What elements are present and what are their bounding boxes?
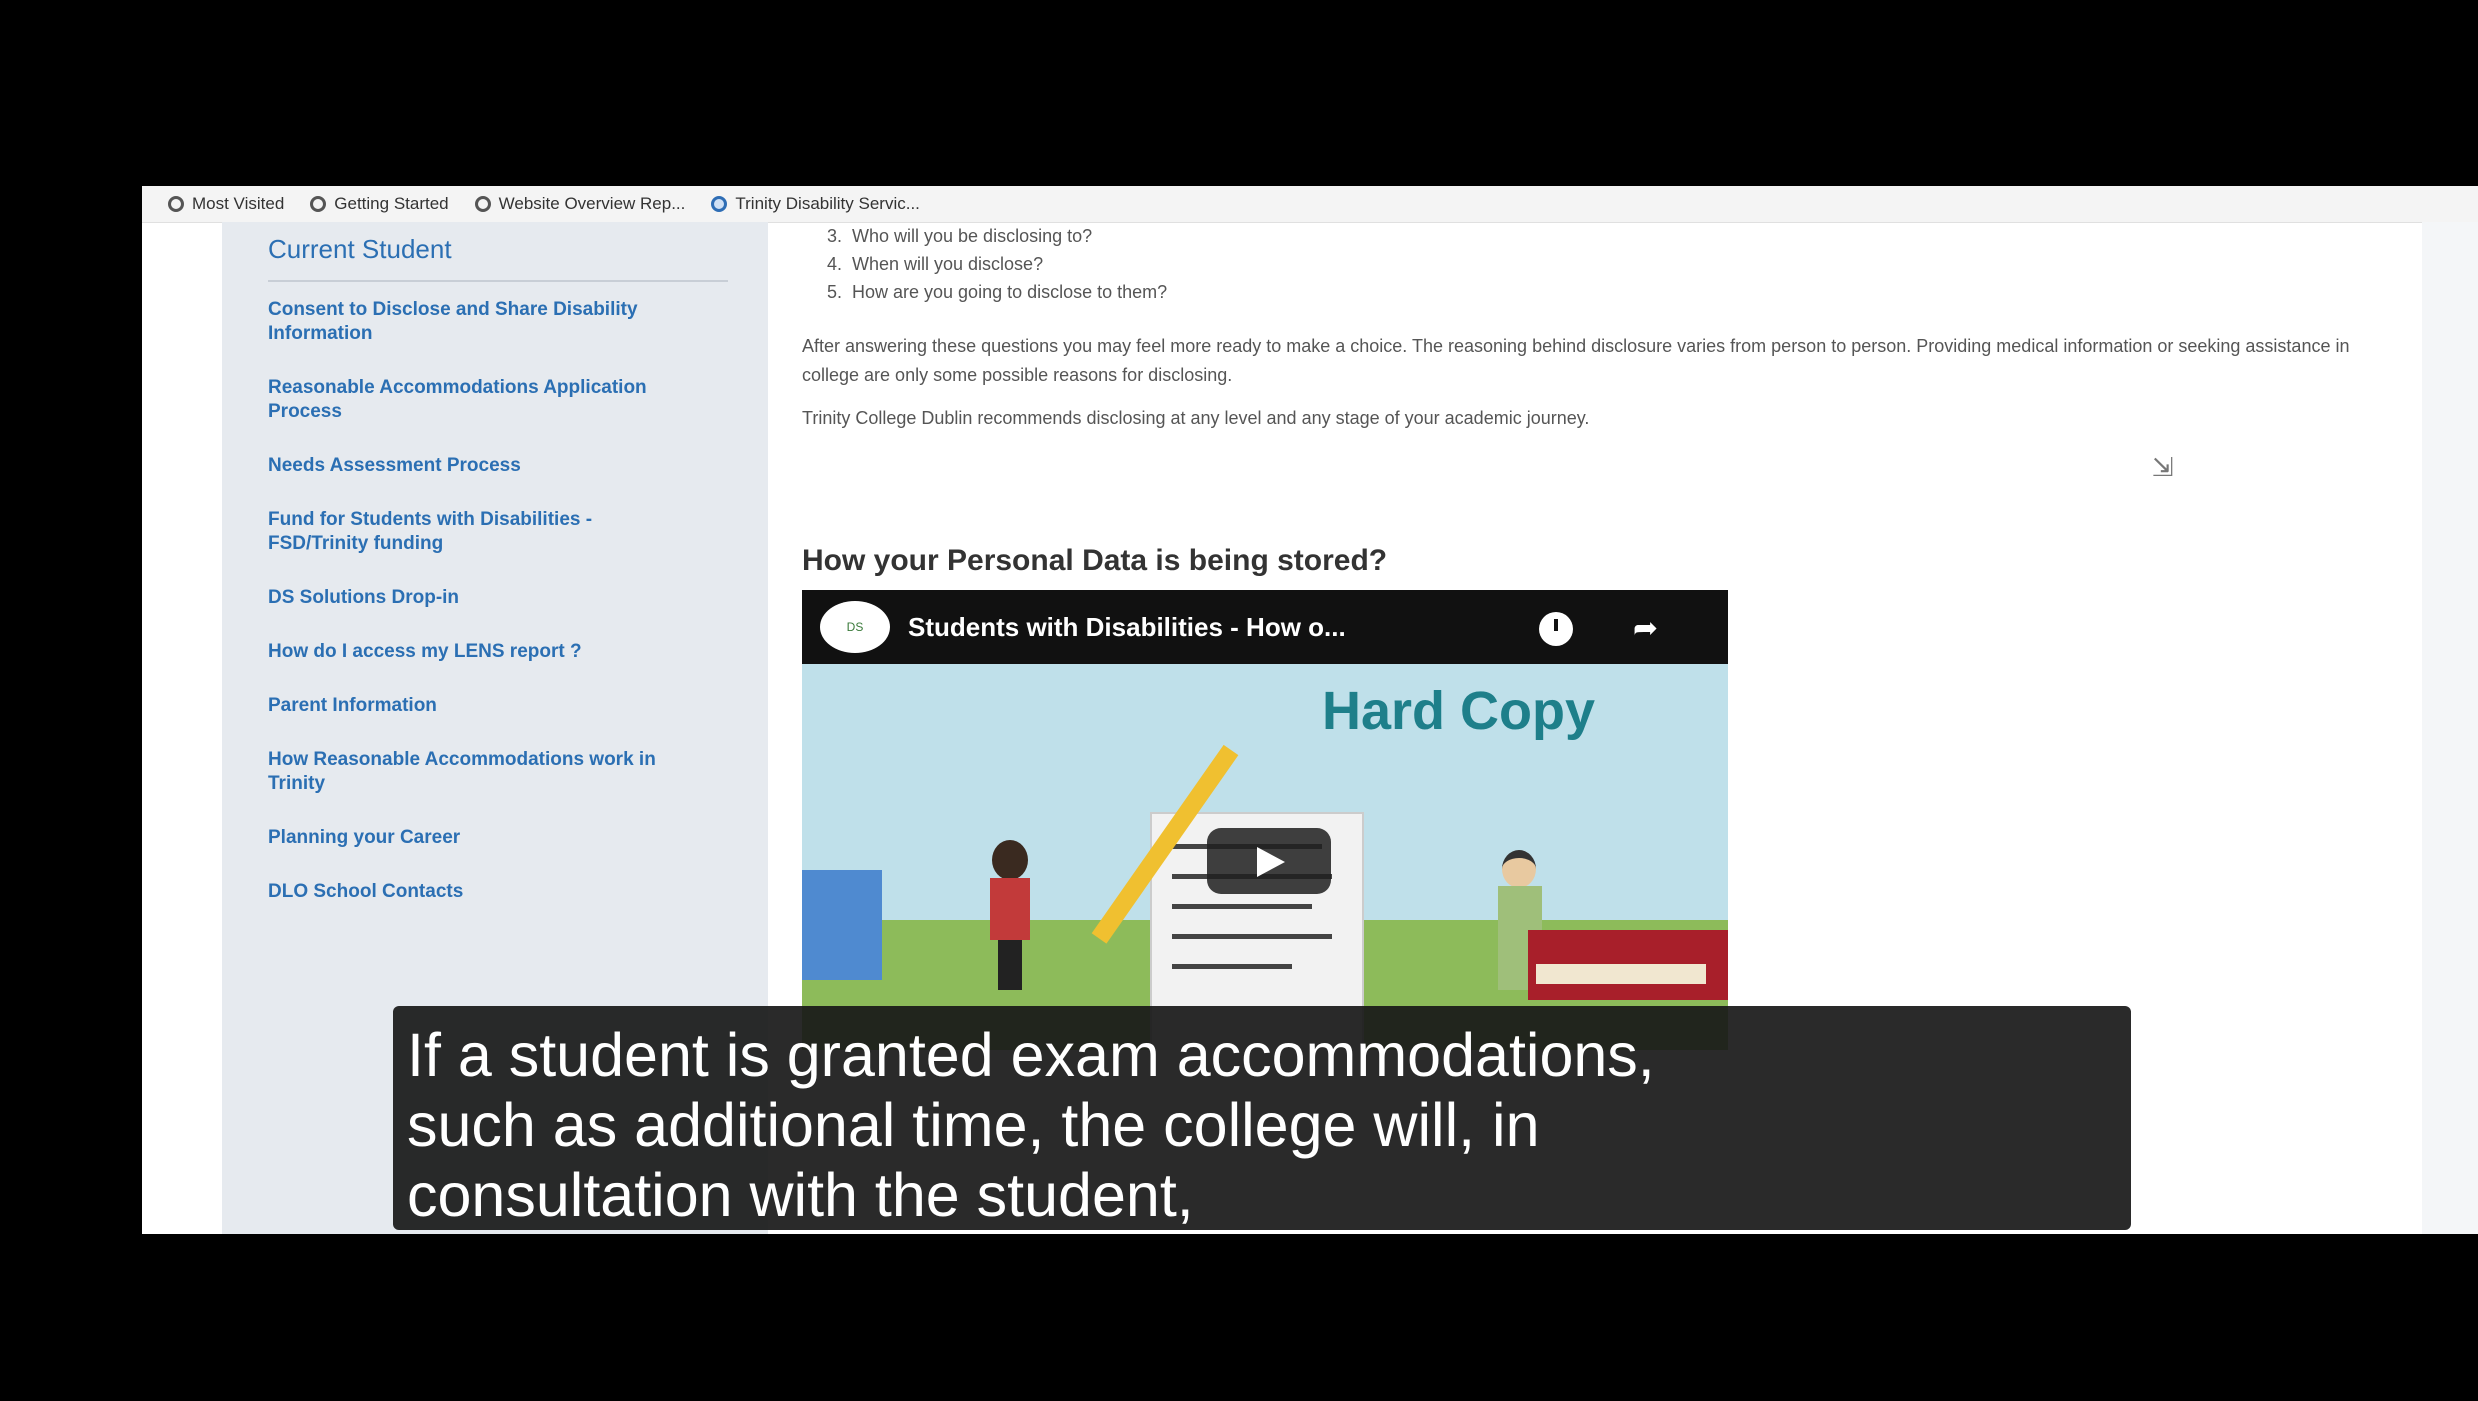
sidebar-item-reasonable-accommodations[interactable]: Reasonable Accommodations Application Pr… [268, 376, 668, 424]
bookmark-website-overview[interactable]: Website Overview Rep... [474, 194, 685, 214]
subtitle-line: such as additional time, the college wil… [407, 1091, 1540, 1159]
sidebar-item-consent[interactable]: Consent to Disclose and Share Disability… [268, 298, 668, 346]
bookmarks-bar: Most Visited Getting Started Website Ove… [142, 186, 2478, 223]
firefox-icon [310, 196, 327, 212]
play-button-icon[interactable] [1207, 828, 1331, 894]
sidebar-item-parent-info[interactable]: Parent Information [268, 694, 668, 718]
list-item: 3. Who will you be disclosing to? [826, 226, 1093, 246]
bookmark-trinity-disability[interactable]: Trinity Disability Servic... [711, 194, 920, 214]
sidebar-divider [268, 280, 728, 282]
subtitle-line: If a student is granted exam accommodati… [407, 1021, 1655, 1089]
bookmark-most-visited[interactable]: Most Visited [168, 194, 284, 214]
questions-list: 3. Who will you be disclosing to? 4. When … [802, 222, 1167, 306]
sidebar-item-needs-assessment[interactable]: Needs Assessment Process [268, 454, 668, 478]
mouse-cursor-icon: ⇲ [2152, 452, 2174, 482]
sidebar-item-dlo-contacts[interactable]: DLO School Contacts [268, 880, 668, 904]
channel-avatar[interactable]: DS [820, 601, 890, 653]
video-title[interactable]: Students with Disabilities - How o... [908, 612, 1346, 643]
sidebar-item-fund[interactable]: Fund for Students with Disabilities - FS… [268, 508, 668, 556]
gear-icon [168, 196, 184, 212]
video-title-bar: DS Students with Disabilities - How o...… [802, 590, 1728, 664]
video-actions: ➦ [1538, 612, 1658, 646]
student-illustration [982, 840, 1038, 990]
video-banner-text: Hard Copy [1322, 681, 1596, 741]
recommendation-paragraph: Trinity College Dublin recommends disclo… [802, 408, 1590, 428]
video-player[interactable]: DS Students with Disabilities - How o...… [802, 590, 1728, 1050]
book-illustration [1528, 930, 1728, 1000]
sidebar-item-ds-solutions[interactable]: DS Solutions Drop-in [268, 586, 668, 610]
sidebar-item-planning-career[interactable]: Planning your Career [268, 826, 668, 850]
page-scrollbar[interactable] [2422, 222, 2478, 1234]
subtitle-caption: If a student is granted exam accommodati… [393, 1006, 2131, 1230]
list-item: 4. When will you disclose? [826, 254, 1044, 274]
watch-later-icon[interactable] [1538, 612, 1573, 646]
pencil-cup-illustration [802, 870, 882, 980]
sidebar-list: Consent to Disclose and Share Disability… [268, 298, 668, 934]
disclosure-paragraph: After answering these questions you may … [802, 336, 2350, 385]
section-heading: How your Personal Data is being stored? [802, 544, 1388, 577]
subtitle-line: consultation with the student, [407, 1161, 1194, 1229]
sidebar-title[interactable]: Current Student [268, 234, 452, 265]
globe-icon [474, 196, 491, 212]
list-item: 5. How are you going to disclose to them? [826, 282, 1168, 302]
sidebar-item-how-accommodations[interactable]: How Reasonable Accommodations work in Tr… [268, 748, 668, 796]
tcd-shield-icon [711, 196, 728, 212]
sidebar-item-lens-report[interactable]: How do I access my LENS report ? [268, 640, 668, 664]
bookmark-getting-started[interactable]: Getting Started [310, 194, 449, 214]
share-icon[interactable]: ➦ [1633, 612, 1658, 646]
